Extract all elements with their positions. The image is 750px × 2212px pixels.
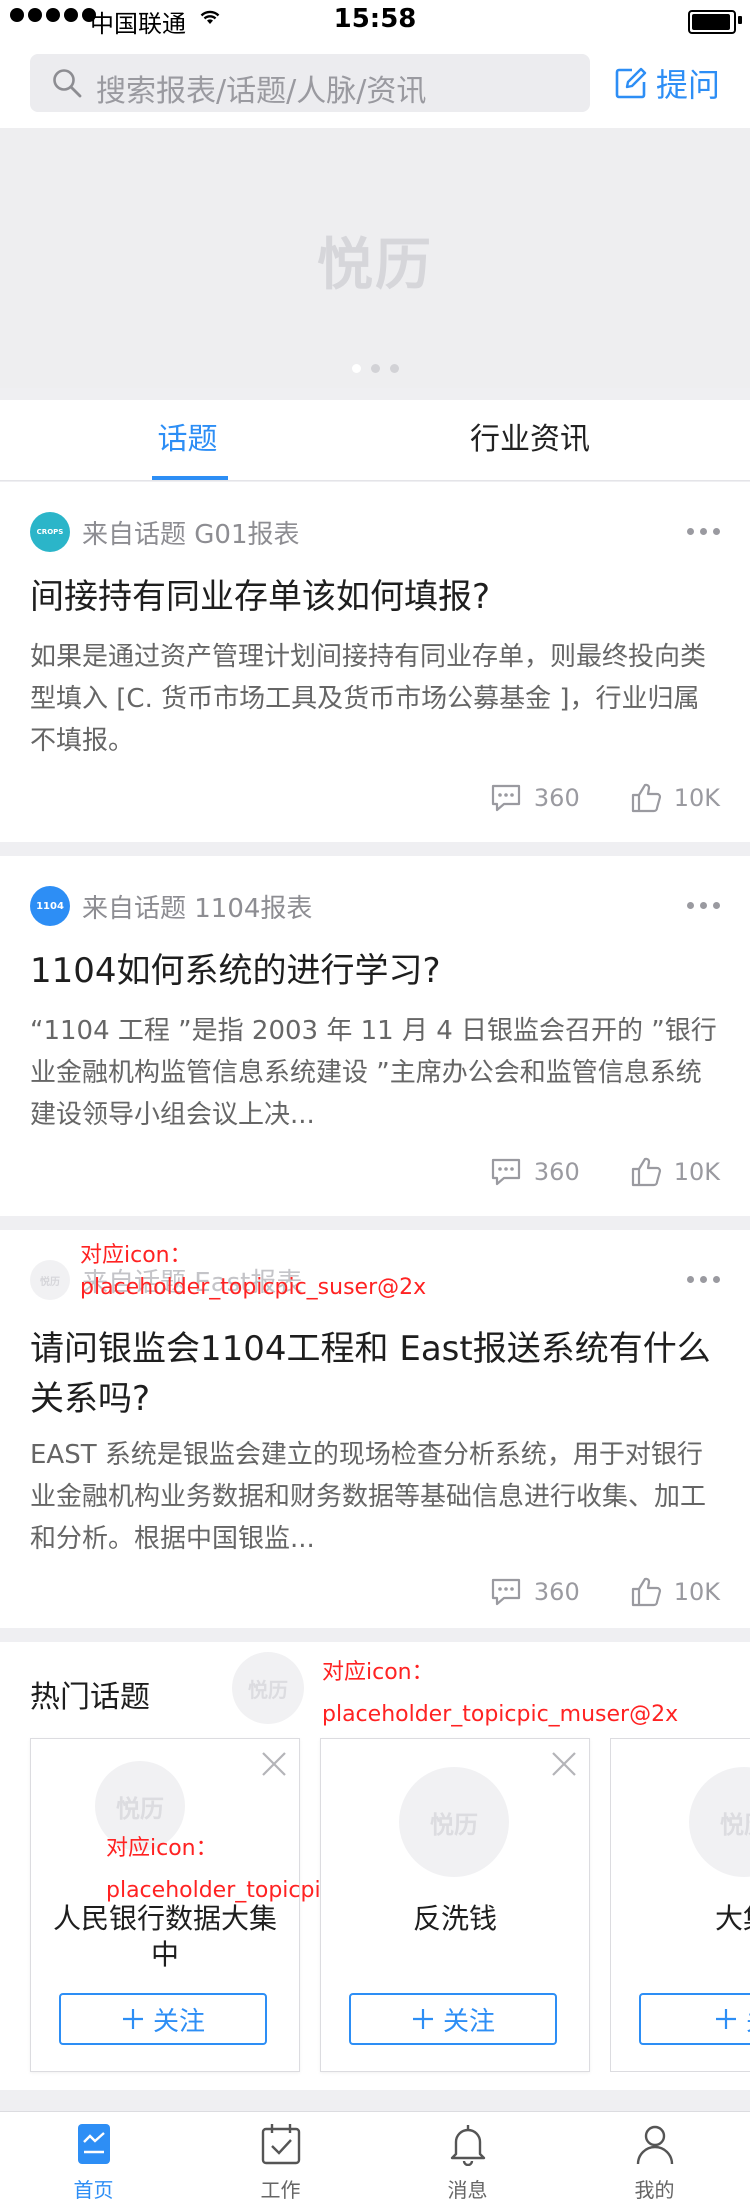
nav-work[interactable]: 工作 bbox=[187, 2112, 374, 2212]
status-time: 15:58 bbox=[333, 4, 417, 34]
close-icon[interactable] bbox=[551, 1751, 577, 1777]
follow-button[interactable]: 关注 bbox=[59, 1993, 267, 2045]
banner-logo: 悦历 bbox=[317, 233, 433, 298]
more-icon[interactable] bbox=[687, 528, 720, 535]
topic-avatar: CROPS bbox=[30, 512, 70, 552]
post-stats: 360 10K bbox=[490, 1156, 720, 1188]
more-icon[interactable] bbox=[687, 1276, 720, 1283]
hot-topic-name: 反洗钱 bbox=[412, 1902, 497, 1935]
like-count: 10K bbox=[673, 1158, 720, 1186]
post-title: 间接持有同业存单该如何填报? bbox=[30, 577, 491, 617]
comment-count: 360 bbox=[533, 784, 580, 812]
topic-avatar: 悦历 bbox=[30, 1260, 70, 1300]
post-card[interactable]: CROPS 来自话题 G01报表 间接持有同业存单该如何填报? 如果是通过资产管… bbox=[0, 482, 750, 842]
like-button[interactable]: 10K bbox=[630, 1156, 720, 1188]
thumbs-up-icon bbox=[631, 783, 661, 813]
like-button[interactable]: 10K bbox=[630, 782, 720, 814]
topic-placeholder-large: 悦历 bbox=[689, 1767, 750, 1877]
close-icon[interactable] bbox=[261, 1751, 287, 1777]
follow-label: 关 bbox=[746, 2001, 750, 2038]
nav-label: 首页 bbox=[73, 2178, 114, 2202]
hot-topic-name: 大集 bbox=[714, 1902, 750, 1935]
plus-icon bbox=[715, 2009, 736, 2029]
follow-button[interactable]: 关 bbox=[639, 1993, 750, 2045]
calendar-check-icon bbox=[261, 2124, 301, 2165]
nav-me[interactable]: 我的 bbox=[561, 2112, 748, 2212]
hot-topic-card-clip: 悦历 大集 关 bbox=[610, 1738, 750, 2072]
nav-label: 消息 bbox=[447, 2178, 488, 2202]
post-stats: 360 10K bbox=[490, 782, 720, 814]
post-title: 1104如何系统的进行学习? bbox=[30, 951, 441, 991]
more-icon[interactable] bbox=[687, 902, 720, 909]
comment-button[interactable]: 360 bbox=[490, 1157, 580, 1187]
annotation-muser: 对应icon： placeholder_topicpic_muser@2x bbox=[322, 1660, 679, 1727]
bell-icon bbox=[450, 2125, 486, 2166]
ask-label: 提问 bbox=[656, 66, 721, 104]
hot-topics-title: 热门话题 bbox=[30, 1680, 150, 1715]
topic-placeholder-large: 悦历 bbox=[399, 1767, 509, 1877]
user-icon bbox=[636, 2125, 674, 2165]
annotation-suser: 对应icon： placeholder_topicpic_suser@2x bbox=[80, 1243, 427, 1300]
post-title: 请问银监会1104工程和 East报送系统有什么关系吗? bbox=[30, 1329, 711, 1419]
topic-avatar: 1104 bbox=[30, 886, 70, 926]
post-body: 如果是通过资产管理计划间接持有同业存单，则最终投向类型填入 [C. 货币市场工具… bbox=[30, 642, 707, 756]
battery-icon bbox=[688, 10, 736, 34]
topic-placeholder-medium: 悦历 bbox=[232, 1652, 304, 1724]
comment-button[interactable]: 360 bbox=[490, 783, 580, 813]
comment-icon bbox=[491, 784, 521, 812]
follow-button[interactable]: 关注 bbox=[349, 1993, 557, 2045]
post-card[interactable]: 1104 来自话题 1104报表 1104如何系统的进行学习? “1104 工程… bbox=[0, 856, 750, 1216]
plus-icon bbox=[412, 2009, 433, 2029]
like-button[interactable]: 10K bbox=[630, 1576, 720, 1608]
tab-industry-news[interactable]: 行业资讯 bbox=[375, 400, 685, 480]
like-count: 10K bbox=[673, 1578, 720, 1606]
post-body: EAST 系统是银监会建立的现场检查分析系统，用于对银行业金融机构业务数据和财务… bbox=[30, 1440, 707, 1554]
edit-icon bbox=[615, 67, 647, 99]
nav-label: 我的 bbox=[634, 2178, 675, 2202]
carousel-indicator bbox=[352, 364, 399, 373]
topic-source[interactable]: 1104 来自话题 1104报表 bbox=[30, 886, 312, 926]
topic-source-label: 来自话题 1104报表 bbox=[82, 893, 313, 924]
thumbs-up-icon bbox=[631, 1577, 661, 1607]
tab-bar: 话题 行业资讯 bbox=[0, 400, 750, 481]
post-stats: 360 10K bbox=[490, 1576, 720, 1608]
tab-topics[interactable]: 话题 bbox=[0, 400, 375, 480]
topic-source[interactable]: CROPS 来自话题 G01报表 bbox=[30, 512, 300, 552]
comment-icon bbox=[491, 1578, 521, 1606]
search-input[interactable]: 搜索报表/话题/人脉/资讯 bbox=[30, 54, 590, 112]
search-placeholder: 搜索报表/话题/人脉/资讯 bbox=[96, 74, 427, 109]
hot-topics-section: 热门话题 悦历 对应icon： placeholder_topicpic_mus… bbox=[0, 1642, 750, 2090]
bottom-nav: 首页 工作 消息 我的 bbox=[0, 2111, 750, 2212]
comment-count: 360 bbox=[533, 1158, 580, 1186]
ask-button[interactable]: 提问 bbox=[614, 60, 720, 106]
follow-label: 关注 bbox=[442, 2006, 495, 2037]
plus-icon bbox=[122, 2009, 143, 2029]
banner-carousel[interactable]: 悦历 bbox=[0, 128, 750, 388]
follow-label: 关注 bbox=[152, 2006, 205, 2037]
comment-button[interactable]: 360 bbox=[490, 1577, 580, 1607]
thumbs-up-icon bbox=[631, 1157, 661, 1187]
tab-active-indicator bbox=[152, 476, 228, 480]
hot-topic-card[interactable]: 悦历 反洗钱 关注 bbox=[320, 1738, 590, 2072]
comment-icon bbox=[491, 1158, 521, 1186]
search-header: 搜索报表/话题/人脉/资讯 提问 bbox=[0, 40, 750, 128]
home-icon bbox=[78, 2124, 110, 2164]
post-card[interactable]: 悦历 来自话题 East报表 对应icon： placeholder_topic… bbox=[0, 1230, 750, 1628]
hot-topic-card[interactable]: 悦历 大集 关 bbox=[610, 1738, 750, 2072]
status-bar: 中国联通 15:58 bbox=[0, 0, 750, 40]
search-icon bbox=[53, 69, 82, 98]
nav-label: 工作 bbox=[260, 2178, 301, 2202]
nav-messages[interactable]: 消息 bbox=[374, 2112, 561, 2212]
post-body: “1104 工程 ”是指 2003 年 11 月 4 日银监会召开的 ”银行业金… bbox=[30, 1016, 717, 1130]
topic-source-label: 来自话题 G01报表 bbox=[82, 519, 300, 550]
battery-tip bbox=[738, 16, 742, 24]
comment-count: 360 bbox=[533, 1578, 580, 1606]
nav-home[interactable]: 首页 bbox=[0, 2112, 187, 2212]
like-count: 10K bbox=[673, 784, 720, 812]
